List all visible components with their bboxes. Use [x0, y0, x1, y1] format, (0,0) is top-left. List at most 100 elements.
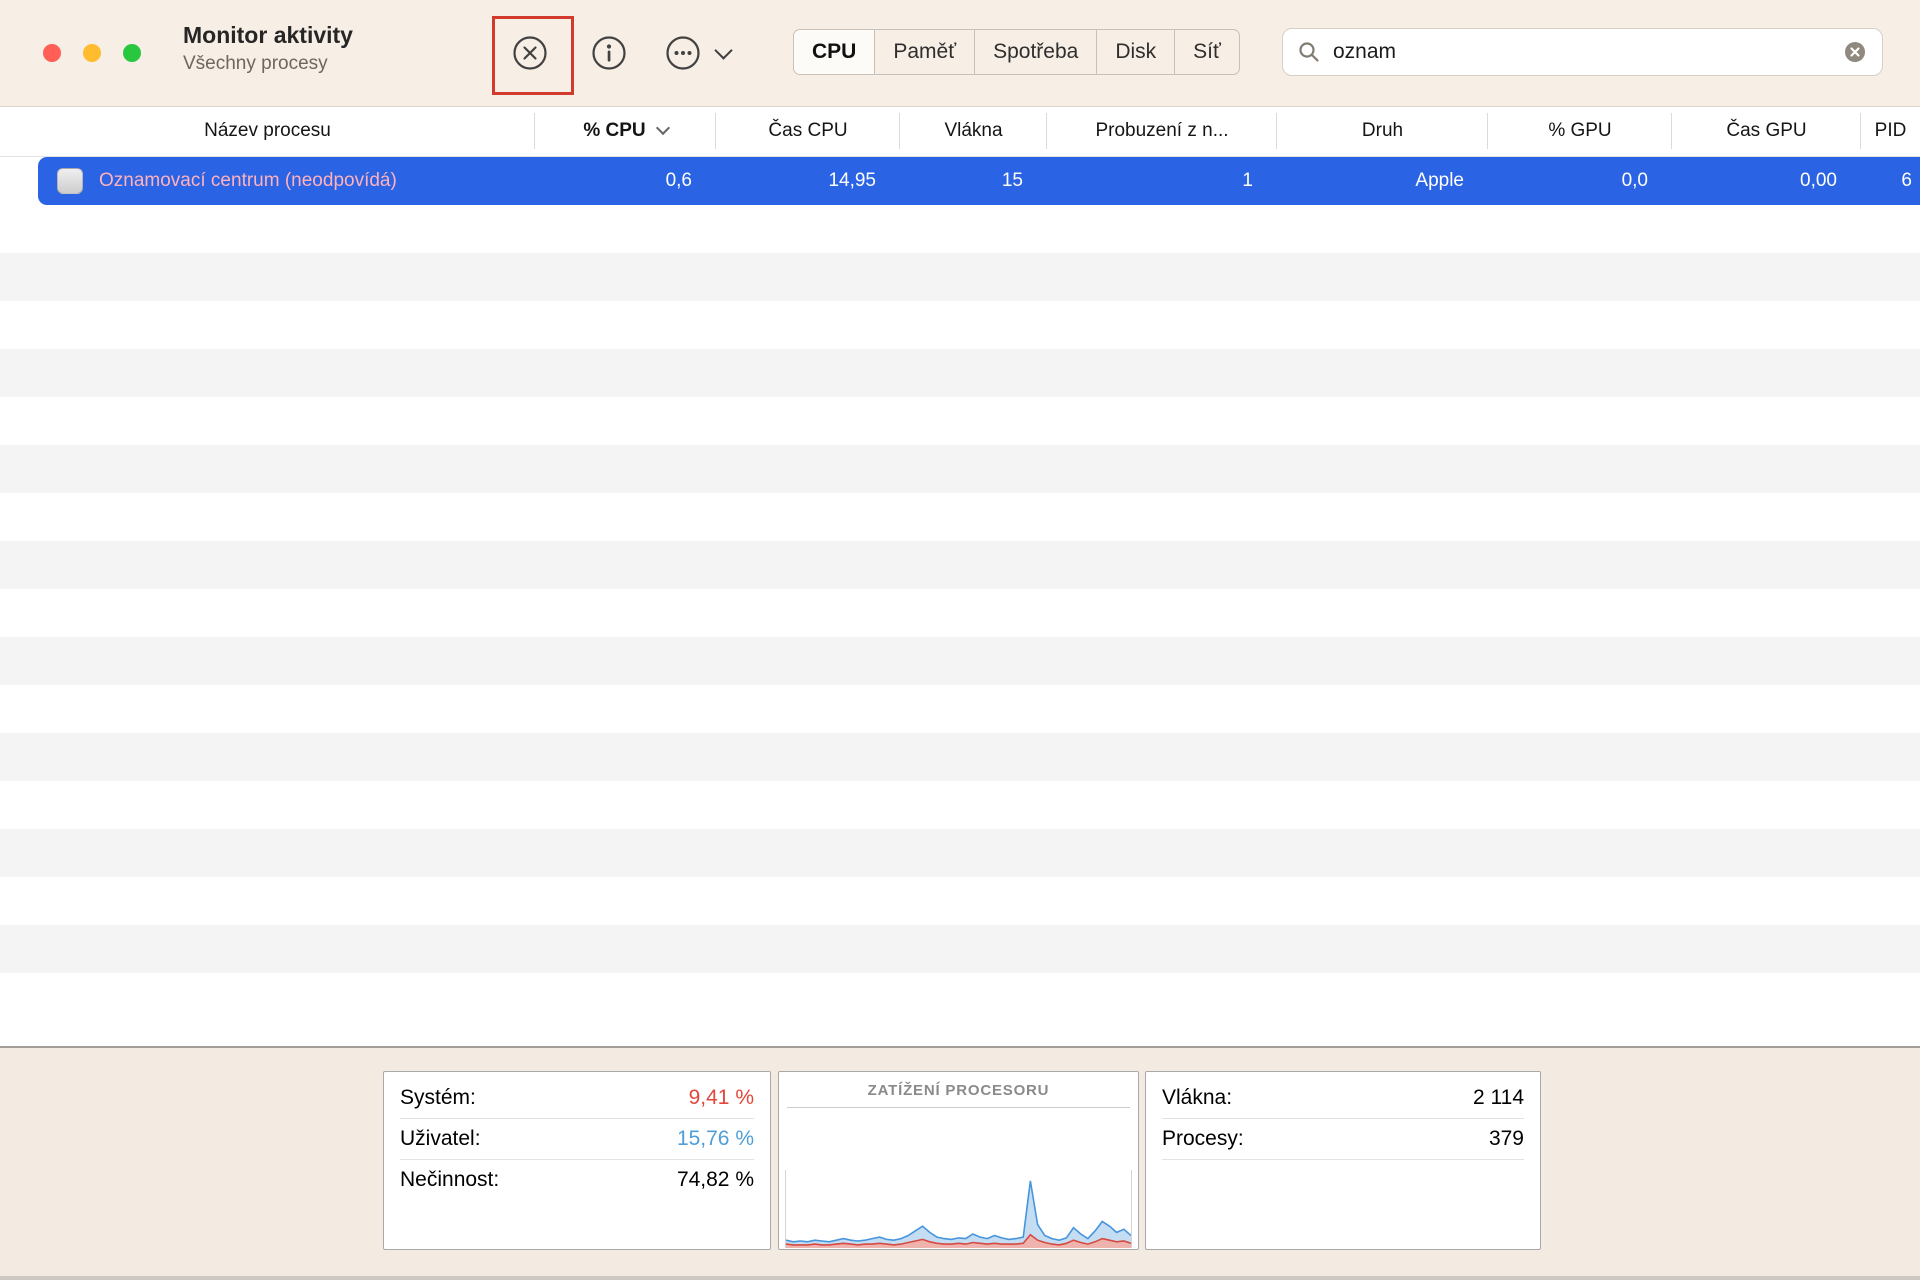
cell-pid: 6	[1901, 170, 1912, 191]
cell-idle_wakeups: 1	[1242, 170, 1253, 191]
table-row-empty	[0, 589, 1920, 637]
search-icon	[1299, 42, 1319, 62]
column-label: Čas GPU	[1726, 120, 1807, 141]
stat-value: 379	[1488, 1127, 1524, 1150]
stat-value: 2 114	[1473, 1086, 1524, 1109]
table-row-empty	[0, 541, 1920, 589]
stat-row-system: Systém: 9,41 %	[400, 1078, 754, 1119]
search-input[interactable]	[1331, 39, 1842, 65]
table-row-empty	[0, 685, 1920, 733]
title-block: Monitor aktivity Všechny procesy	[183, 21, 353, 75]
cell-gpu_time: 0,00	[1800, 170, 1837, 191]
cell-name: Oznamovací centrum (neodpovídá)	[0, 157, 535, 205]
column-label: Druh	[1361, 120, 1404, 141]
stat-label: Nečinnost:	[400, 1168, 500, 1191]
tab-pamet[interactable]: Paměť	[874, 30, 974, 74]
cpu-load-panel: ZATÍŽENÍ PROCESORU	[778, 1071, 1139, 1250]
search-field[interactable]	[1282, 28, 1883, 76]
stat-row-threads: Vlákna: 2 114	[1162, 1078, 1524, 1119]
clear-search-button[interactable]	[1842, 39, 1868, 65]
chevron-down-icon	[714, 40, 733, 60]
stat-label: Vlákna:	[1162, 1086, 1233, 1109]
column-header-cpu[interactable]: % CPU	[535, 106, 716, 156]
tab-sit[interactable]: Síť	[1174, 30, 1239, 74]
stat-value: 74,82 %	[676, 1168, 754, 1191]
activity-monitor-window: Monitor aktivity Všechny procesy CPU Pam…	[0, 0, 1920, 1280]
column-header-name[interactable]: Název procesu	[0, 106, 535, 156]
table-row-empty	[0, 397, 1920, 445]
column-header-cpu_time[interactable]: Čas CPU	[716, 106, 900, 156]
stat-label: Procesy:	[1162, 1127, 1244, 1150]
chart-title-rule	[787, 1107, 1130, 1108]
process-row[interactable]: Oznamovací centrum (neodpovídá) 0,6 14,95 1…	[0, 157, 1920, 205]
cell-threads: 15	[1001, 170, 1023, 191]
info-icon	[592, 36, 626, 70]
sort-indicator-icon	[655, 120, 670, 136]
footer: Systém: 9,41 % Uživatel: 15,76 % Nečinnost: 7…	[0, 1048, 1920, 1276]
tab-cpu[interactable]: CPU	[794, 30, 875, 74]
stat-row-idle: Nečinnost: 74,82 %	[400, 1160, 754, 1200]
cpu-load-chart	[785, 1170, 1132, 1248]
stat-value: 9,41 %	[688, 1086, 754, 1109]
traffic-lights	[43, 44, 141, 62]
table-row-empty	[0, 733, 1920, 781]
column-header-kind[interactable]: Druh	[1277, 106, 1488, 156]
clear-icon	[1845, 42, 1865, 62]
table-row-empty	[0, 637, 1920, 685]
zoom-button[interactable]	[123, 44, 141, 62]
column-header-gpu[interactable]: % GPU	[1488, 106, 1672, 156]
tab-disk[interactable]: Disk	[1096, 30, 1174, 74]
minimize-button[interactable]	[83, 44, 101, 62]
footer-divider	[0, 1046, 1920, 1048]
more-options-button[interactable]	[664, 31, 733, 75]
column-label: Probuzení z n...	[1095, 120, 1229, 141]
column-label: Čas CPU	[768, 120, 848, 141]
cell-cpu_time: 14,95	[828, 170, 876, 191]
column-label: Název procesu	[204, 120, 331, 141]
stat-row-user: Uživatel: 15,76 %	[400, 1119, 754, 1160]
table-row-empty	[0, 445, 1920, 493]
process-table-header: Název procesu % CPU Čas CPU Vlákna Probuzení…	[0, 106, 1920, 157]
close-button[interactable]	[43, 44, 61, 62]
chart-title: ZATÍŽENÍ PROCESORU	[867, 1082, 1050, 1099]
info-button[interactable]	[587, 31, 631, 75]
stat-value: 15,76 %	[676, 1127, 754, 1150]
column-header-idle_wakeups[interactable]: Probuzení z n...	[1047, 106, 1277, 156]
app-icon	[57, 168, 83, 194]
column-label: PID	[1874, 120, 1907, 141]
window-title: Monitor aktivity	[183, 22, 353, 48]
stat-label: Systém:	[400, 1086, 476, 1109]
annotation-rect	[492, 16, 574, 95]
table-row-empty	[0, 781, 1920, 829]
table-row-empty	[0, 877, 1920, 925]
stat-row-processes: Procesy: 379	[1162, 1119, 1524, 1160]
process-table: Oznamovací centrum (neodpovídá) 0,6 14,95 1…	[0, 157, 1920, 1046]
column-header-threads[interactable]: Vlákna	[900, 106, 1047, 156]
cell-gpu: 0,0	[1621, 170, 1648, 191]
column-label: Vlákna	[944, 120, 1003, 141]
table-row-empty	[0, 493, 1920, 541]
table-row-empty	[0, 973, 1920, 1021]
tab-spotreba[interactable]: Spotřeba	[974, 30, 1096, 74]
cell-cpu: 0,6	[665, 170, 692, 191]
table-row-empty	[0, 253, 1920, 301]
toolbar: Monitor aktivity Všechny procesy CPU Pam…	[0, 0, 1920, 107]
table-row-empty	[0, 925, 1920, 973]
table-row-empty	[0, 205, 1920, 253]
window-subtitle: Všechny procesy	[183, 53, 328, 74]
view-tabs: CPU Paměť Spotřeba Disk Síť	[793, 29, 1240, 75]
column-header-gpu_time[interactable]: Čas GPU	[1672, 106, 1861, 156]
cell-kind: Apple	[1415, 170, 1464, 191]
process-name: Oznamovací centrum (neodpovídá)	[99, 170, 397, 191]
cpu-percent-stats: Systém: 9,41 % Uživatel: 15,76 % Nečinnost: 7…	[383, 1071, 771, 1250]
ellipsis-circle-icon	[666, 36, 700, 70]
table-row-empty	[0, 829, 1920, 877]
table-row-empty	[0, 301, 1920, 349]
stat-label: Uživatel:	[400, 1127, 481, 1150]
column-label: % GPU	[1548, 120, 1612, 141]
column-label: % CPU	[583, 120, 646, 141]
column-header-pid[interactable]: PID	[1861, 106, 1920, 156]
process-count-stats: Vlákna: 2 114 Procesy: 379	[1145, 1071, 1541, 1250]
table-row-empty	[0, 349, 1920, 397]
window-bottom-edge	[0, 1276, 1920, 1280]
